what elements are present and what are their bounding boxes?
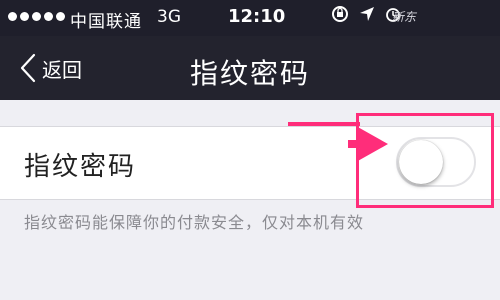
status-time: 12:10 xyxy=(228,6,286,27)
status-bar: 中国联通 3G 12:10 新东 xyxy=(0,0,500,36)
network-type: 3G xyxy=(157,7,181,27)
fingerprint-settings-screen: 中国联通 3G 12:10 新东 返回 指纹密码 指纹密码 指纹密码能保障你的付… xyxy=(0,0,500,300)
signal-strength-icon xyxy=(8,12,65,21)
carrier-name: 中国联通 xyxy=(70,12,142,32)
navigation-bar: 返回 指纹密码 xyxy=(0,36,500,100)
signal-dot xyxy=(44,12,53,21)
fingerprint-password-label: 指纹密码 xyxy=(24,152,137,182)
signal-dot xyxy=(20,12,29,21)
signal-dot xyxy=(32,12,41,21)
fingerprint-description: 指纹密码能保障你的付款安全，仅对本机有效 xyxy=(24,213,365,232)
watermark-text: 新东 xyxy=(392,10,417,24)
location-arrow-icon xyxy=(360,7,374,21)
signal-dot xyxy=(56,12,65,21)
signal-dot xyxy=(8,12,17,21)
page-title: 指纹密码 xyxy=(189,57,310,90)
toggle-knob xyxy=(399,140,443,184)
rotation-lock-icon xyxy=(332,6,348,22)
fingerprint-password-toggle[interactable] xyxy=(396,137,476,187)
